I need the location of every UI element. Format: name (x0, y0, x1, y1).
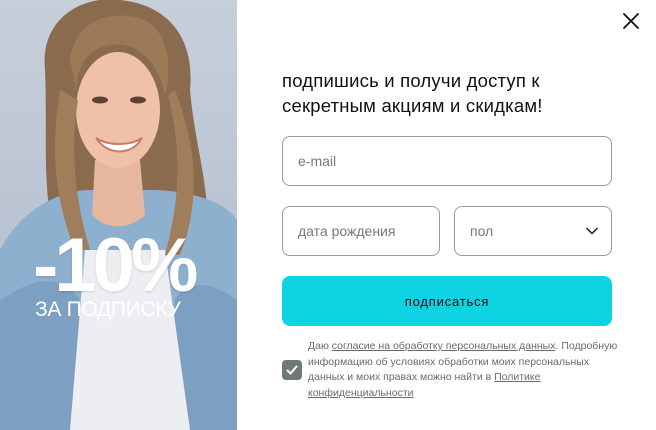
gender-select[interactable]: пол (454, 206, 612, 256)
dob-field[interactable] (282, 206, 440, 256)
consent-link[interactable]: согласие на обработку персональных данны… (332, 340, 556, 352)
email-input[interactable] (298, 153, 611, 169)
consent-prefix: Даю (308, 340, 332, 352)
consent-checkbox[interactable] (282, 360, 302, 380)
close-button[interactable] (620, 10, 642, 32)
promo-subtitle: ЗА ПОДПИСКУ (35, 298, 181, 321)
consent-text: Даю согласие на обработку персональных д… (308, 339, 618, 401)
gender-placeholder: пол (470, 223, 494, 239)
subscribe-button[interactable]: подписаться (282, 276, 612, 326)
woman-illustration (0, 0, 237, 430)
chevron-down-icon (586, 227, 598, 235)
promo-discount: -10% (33, 223, 198, 308)
headline: подпишись и получи доступ к секретным ак… (282, 68, 622, 118)
check-icon (286, 365, 298, 375)
headline-line-2: секретным акциям и скидкам! (282, 95, 543, 116)
promo-photo: -10% ЗА ПОДПИСКУ (0, 0, 237, 430)
email-field[interactable] (282, 136, 612, 186)
headline-line-1: подпишись и получи доступ к (282, 70, 540, 91)
dob-input[interactable] (298, 223, 439, 239)
close-icon (623, 13, 639, 29)
